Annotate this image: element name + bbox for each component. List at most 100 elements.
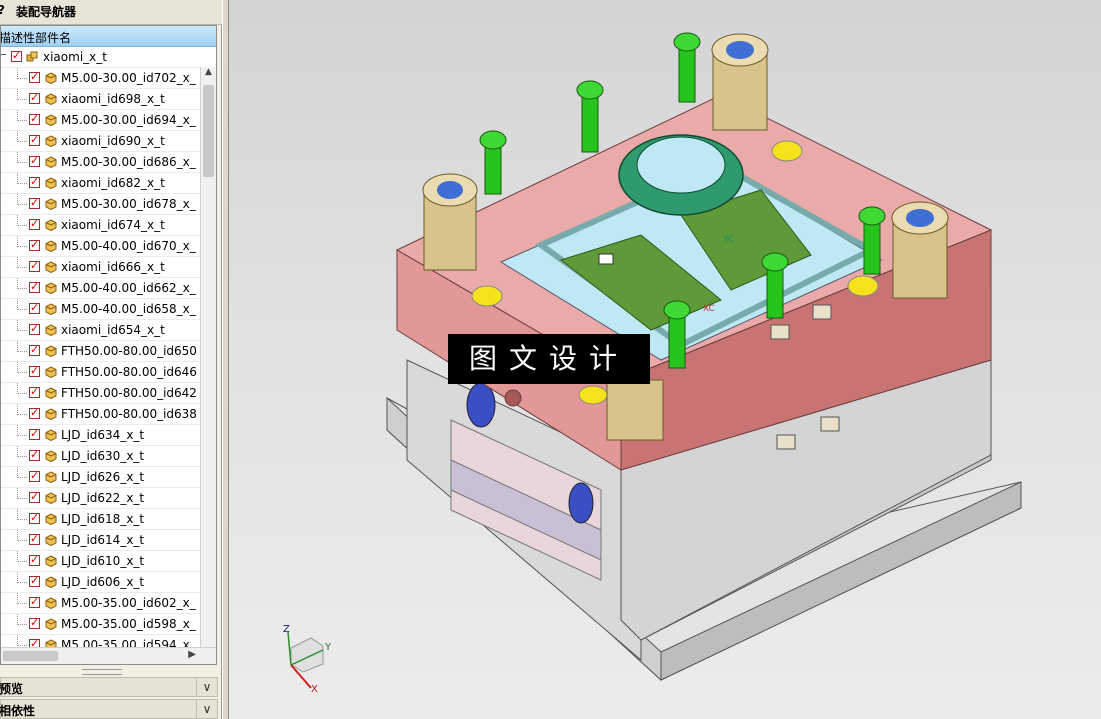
chevron-down-icon[interactable]: ∨ — [196, 678, 217, 696]
tree-row[interactable]: LJD_id634_x_t — [1, 425, 201, 446]
visibility-checkbox[interactable] — [29, 154, 40, 167]
triad-z-label: Z — [283, 624, 290, 635]
dependency-panel-header[interactable]: 相依性 ∨ — [0, 699, 218, 719]
visibility-checkbox[interactable] — [29, 280, 40, 293]
preview-panel-header[interactable]: 预览 ∨ — [0, 677, 218, 697]
visibility-checkbox[interactable] — [29, 70, 40, 83]
visibility-checkbox[interactable] — [29, 511, 40, 524]
panel-splitter[interactable] — [0, 665, 222, 677]
help-icon[interactable]: ? — [0, 3, 5, 17]
visibility-checkbox[interactable] — [29, 448, 40, 461]
horizontal-scrollbar[interactable]: ▶ — [1, 647, 216, 664]
component-icon — [45, 177, 57, 189]
tree-row[interactable]: FTH50.00-80.00_id650 — [1, 341, 201, 362]
visibility-checkbox[interactable] — [29, 553, 40, 566]
tree-row[interactable]: xiaomi_id698_x_t — [1, 89, 201, 110]
graphics-viewport[interactable]: Z Y X YC XC — [228, 0, 1101, 719]
watermark: 图文设计 — [448, 334, 650, 384]
visibility-checkbox[interactable] — [29, 574, 40, 587]
tree-row[interactable]: FTH50.00-80.00_id638 — [1, 404, 201, 425]
tree-row-label: M5.00-40.00_id670_x_ — [61, 239, 196, 253]
visibility-checkbox[interactable] — [29, 595, 40, 608]
tree-row[interactable]: LJD_id614_x_t — [1, 530, 201, 551]
assembly-tree[interactable]: 描述性部件名 − xiaomi_x_t M5.00-30.00_id702_x_xi… — [0, 25, 217, 665]
tree-row-label: LJD_id626_x_t — [61, 470, 145, 484]
locating-ring-hole — [636, 136, 726, 194]
tree-guide-line — [17, 425, 27, 436]
visibility-checkbox[interactable] — [29, 616, 40, 629]
chevron-down-icon[interactable]: ∨ — [196, 700, 217, 718]
tree-row[interactable]: xiaomi_id666_x_t — [1, 257, 201, 278]
tree-row[interactable]: M5.00-30.00_id694_x_ — [1, 110, 201, 131]
component-icon — [45, 303, 57, 315]
visibility-checkbox[interactable] — [29, 406, 40, 419]
tree-row[interactable]: LJD_id626_x_t — [1, 467, 201, 488]
scroll-right-icon[interactable]: ▶ — [188, 649, 196, 660]
tree-row[interactable]: xiaomi_id690_x_t — [1, 131, 201, 152]
visibility-checkbox[interactable] — [29, 217, 40, 230]
visibility-checkbox[interactable] — [29, 238, 40, 251]
tree-row[interactable]: M5.00-30.00_id702_x_ — [1, 68, 201, 89]
tree-row[interactable]: FTH50.00-80.00_id642 — [1, 383, 201, 404]
tree-row-label: FTH50.00-80.00_id638 — [61, 407, 197, 421]
component-icon — [45, 429, 57, 441]
tree-row[interactable]: FTH50.00-80.00_id646 — [1, 362, 201, 383]
column-header-description[interactable]: 描述性部件名 — [1, 26, 216, 47]
tree-row[interactable]: xiaomi_id674_x_t — [1, 215, 201, 236]
visibility-checkbox[interactable] — [29, 301, 40, 314]
xc-label: XC — [703, 304, 715, 314]
visibility-checkbox[interactable] — [29, 385, 40, 398]
tree-row[interactable]: M5.00-30.00_id686_x_ — [1, 152, 201, 173]
tree-guide-line — [17, 89, 27, 100]
tree-guide-line — [17, 488, 27, 499]
tree-guide-line — [17, 194, 27, 205]
tree-guide-line — [17, 572, 27, 583]
visibility-checkbox[interactable] — [29, 364, 40, 377]
tree-guide-line — [17, 509, 27, 520]
tree-row[interactable]: LJD_id622_x_t — [1, 488, 201, 509]
visibility-checkbox[interactable] — [29, 532, 40, 545]
collapse-toggle-icon[interactable]: − — [1, 48, 7, 61]
visibility-checkbox[interactable] — [29, 427, 40, 440]
component-icon — [45, 240, 57, 252]
visibility-checkbox[interactable] — [29, 91, 40, 104]
screw-1 — [479, 130, 507, 195]
splitter-grip[interactable] — [82, 669, 122, 675]
vertical-scrollbar[interactable]: ▲ ▼ — [200, 67, 216, 662]
visibility-checkbox[interactable] — [29, 196, 40, 209]
horizontal-scroll-thumb[interactable] — [3, 651, 58, 661]
tree-row[interactable]: LJD_id610_x_t — [1, 551, 201, 572]
visibility-checkbox[interactable] — [29, 112, 40, 125]
visibility-checkbox[interactable] — [29, 259, 40, 272]
component-icon — [45, 219, 57, 231]
navigator-header: ? 装配导航器 — [0, 0, 222, 25]
tree-row[interactable]: M5.00-30.00_id678_x_ — [1, 194, 201, 215]
component-icon — [45, 534, 57, 546]
visibility-checkbox[interactable] — [29, 322, 40, 335]
tree-row[interactable]: xiaomi_id654_x_t — [1, 320, 201, 341]
tree-row[interactable]: M5.00-35.00_id602_x_ — [1, 593, 201, 614]
screw-3 — [673, 32, 701, 103]
tree-row[interactable]: xiaomi_id682_x_t — [1, 173, 201, 194]
assembly-navigator-panel: ? 装配导航器 描述性部件名 − xiaomi_x_t M5.00-30.00_id… — [0, 0, 222, 719]
visibility-checkbox[interactable] — [11, 49, 22, 62]
scroll-up-icon[interactable]: ▲ — [202, 67, 215, 81]
visibility-checkbox[interactable] — [29, 490, 40, 503]
vertical-scroll-thumb[interactable] — [203, 85, 214, 177]
tree-row-label: xiaomi_id654_x_t — [61, 323, 165, 337]
visibility-checkbox[interactable] — [29, 469, 40, 482]
tree-row[interactable]: LJD_id606_x_t — [1, 572, 201, 593]
tree-guide-line — [17, 614, 27, 625]
tree-row[interactable]: LJD_id618_x_t — [1, 509, 201, 530]
tree-row[interactable]: LJD_id630_x_t — [1, 446, 201, 467]
visibility-checkbox[interactable] — [29, 175, 40, 188]
tree-guide-line — [17, 446, 27, 457]
visibility-checkbox[interactable] — [29, 133, 40, 146]
tree-row[interactable]: M5.00-35.00_id598_x_ — [1, 614, 201, 635]
triad-y-label: Y — [325, 642, 332, 653]
tree-row[interactable]: M5.00-40.00_id670_x_ — [1, 236, 201, 257]
tree-row-root[interactable]: − xiaomi_x_t — [1, 47, 201, 68]
visibility-checkbox[interactable] — [29, 343, 40, 356]
tree-row[interactable]: M5.00-40.00_id662_x_ — [1, 278, 201, 299]
tree-row[interactable]: M5.00-40.00_id658_x_ — [1, 299, 201, 320]
